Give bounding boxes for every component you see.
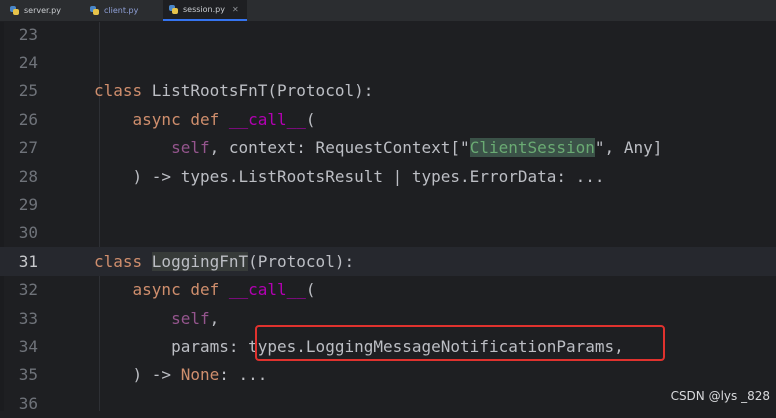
tab-server-py[interactable]: server.py xyxy=(4,0,80,21)
line-number: 26 xyxy=(18,109,38,129)
code-token: async def xyxy=(132,109,229,129)
code-text: ) -> None: ... xyxy=(94,365,268,385)
tab-client-py[interactable]: client.py xyxy=(84,0,160,21)
code-token: , xyxy=(209,308,220,328)
code-line[interactable]: 31 class LoggingFnT(Protocol): xyxy=(0,247,776,276)
tab-session-py[interactable]: session.py ✕ xyxy=(163,0,247,21)
code-token: ) -> xyxy=(94,365,181,385)
code-token: : ... xyxy=(219,365,268,385)
code-token: self xyxy=(171,138,210,158)
code-line[interactable]: 30 xyxy=(0,219,776,247)
line-number: 27 xyxy=(18,138,38,158)
line-number: 33 xyxy=(18,308,38,328)
code-text: class LoggingFnT(Protocol): xyxy=(94,251,355,271)
line-number: 30 xyxy=(18,223,38,243)
red-annotation-box xyxy=(255,325,665,361)
code-text: ) -> types.ListRootsResult | types.Error… xyxy=(94,167,605,186)
code-token: class xyxy=(94,81,152,101)
close-tab-icon[interactable]: ✕ xyxy=(232,5,239,14)
code-line[interactable]: 35 ) -> None: ... xyxy=(0,361,776,389)
code-token: ClientSession xyxy=(469,138,595,158)
code-token: async def xyxy=(132,280,229,300)
code-token: , context: RequestContext[" xyxy=(209,138,470,158)
code-text: class ListRootsFnT(Protocol): xyxy=(94,81,373,100)
code-line[interactable]: 24 xyxy=(0,48,776,76)
line-number: 25 xyxy=(18,81,38,101)
line-number: 29 xyxy=(18,195,38,215)
code-text: self, xyxy=(94,309,219,328)
code-token: __call__ xyxy=(228,280,306,300)
code-line[interactable]: 27 self, context: RequestContext["Client… xyxy=(0,134,776,162)
line-number: 35 xyxy=(18,365,38,385)
python-file-icon xyxy=(90,6,99,15)
line-number: 36 xyxy=(18,393,38,413)
code-token: __call__ xyxy=(228,109,306,129)
code-text: async def __call__( xyxy=(94,280,316,299)
line-number: 23 xyxy=(18,24,38,44)
code-line[interactable]: 25 class ListRootsFnT(Protocol): xyxy=(0,77,776,105)
tab-label: server.py xyxy=(24,6,61,15)
python-file-icon xyxy=(169,5,178,14)
code-token: None xyxy=(180,365,220,385)
code-text: self, context: RequestContext["ClientSes… xyxy=(94,138,663,158)
watermark: CSDN @lys _828 xyxy=(670,389,770,403)
line-number: 31 xyxy=(18,251,38,271)
code-token: ( xyxy=(305,109,316,129)
code-line[interactable]: 29 xyxy=(0,190,776,218)
code-line[interactable]: 26 async def __call__( xyxy=(0,105,776,133)
code-token: class xyxy=(94,251,152,271)
line-number: 24 xyxy=(18,53,38,73)
editor-tab-bar: server.py client.py session.py ✕ xyxy=(0,0,776,22)
code-text: async def __call__( xyxy=(94,110,316,129)
tab-label: session.py xyxy=(183,5,225,14)
code-token: (Protocol): xyxy=(248,251,355,271)
code-line[interactable]: 23 xyxy=(0,20,776,48)
code-token: ", Any] xyxy=(594,138,663,158)
code-token: self xyxy=(171,308,210,328)
code-token: ListRootsFnT(Protocol): xyxy=(151,81,374,101)
code-line[interactable]: 36 xyxy=(0,389,776,417)
code-token: LoggingFnT xyxy=(151,251,249,271)
line-number: 32 xyxy=(18,280,38,300)
python-file-icon xyxy=(10,6,19,15)
code-line[interactable]: 28 ) -> types.ListRootsResult | types.Er… xyxy=(0,162,776,190)
code-token: ( xyxy=(305,280,316,300)
tab-label: client.py xyxy=(104,6,139,15)
line-number: 28 xyxy=(18,166,38,186)
code-token: ) -> types.ListRootsResult | types.Error… xyxy=(94,166,605,186)
line-number: 34 xyxy=(18,337,38,357)
code-line[interactable]: 32 async def __call__( xyxy=(0,276,776,304)
